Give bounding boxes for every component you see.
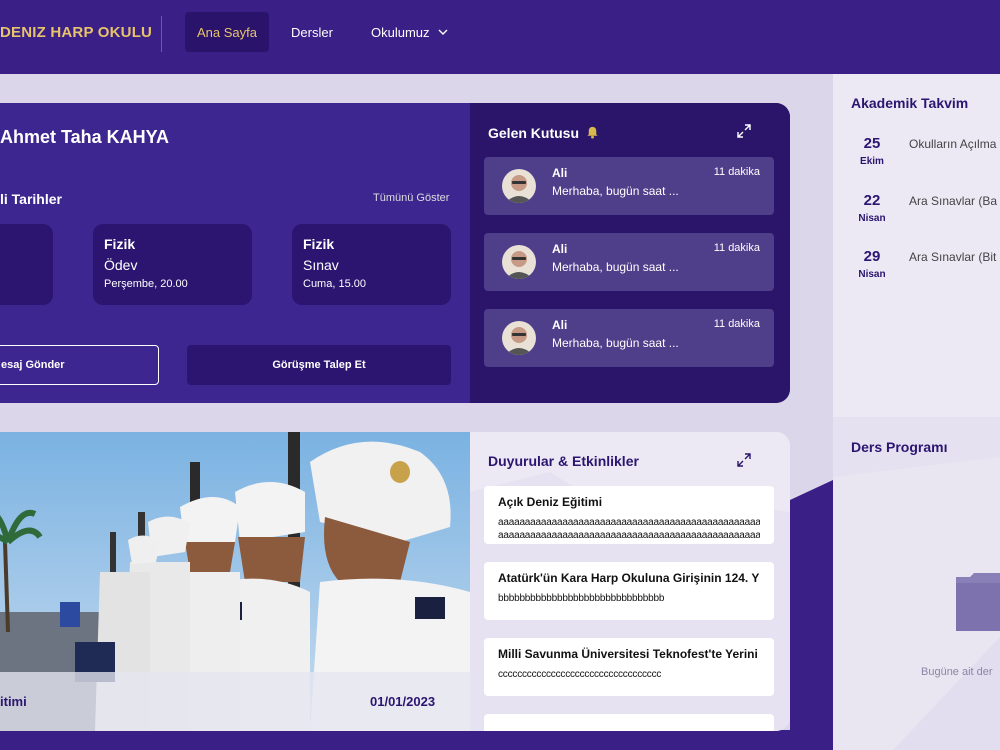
calendar-event-text: Ara Sınavlar (Ba (909, 194, 998, 208)
due-card-type: Ödev (104, 257, 138, 273)
due-card-time: Perşembe, 20.00 (104, 278, 188, 290)
announcement-item[interactable]: Milli Savunma Üniversitesi Teknofest'te … (484, 638, 774, 696)
show-all-link[interactable]: Tümünü Göster (373, 192, 449, 204)
message-preview: Merhaba, bugün saat ... (552, 184, 679, 198)
expand-icon[interactable] (736, 123, 752, 139)
announcement-item[interactable]: Açık Deniz Eğitimi aaaaaaaaaaaaaaaaaaaaa… (484, 486, 774, 544)
nav-item-label: Ana Sayfa (197, 24, 257, 40)
due-card[interactable] (0, 224, 53, 305)
calendar-month: Nisan (858, 213, 886, 224)
message-time: 11 dakika (713, 318, 760, 330)
due-card[interactable]: Fizik Sınav Cuma, 15.00 (292, 224, 451, 305)
due-dates-title: li Tarihler (0, 191, 62, 207)
course-schedule-panel: Ders Programı Bugüne ait der (833, 417, 1000, 750)
avatar (502, 321, 536, 355)
calendar-title: Akademik Takvim (851, 95, 969, 111)
announcement-body: bbbbbbbbbbbbbbbbbbbbbbbbbbbbbbb (498, 593, 665, 604)
folder-icon (956, 569, 1000, 635)
dashboard-panel: Ahmet Taha KAHYA li Tarihler Tümünü Göst… (0, 103, 790, 403)
send-message-button[interactable]: esaj Gönder (0, 345, 159, 385)
due-card-time: Cuma, 15.00 (303, 278, 366, 290)
inbox-message[interactable]: Ali 11 dakika Merhaba, bugün saat ... (484, 309, 774, 367)
nav-divider (161, 16, 162, 52)
message-preview: Merhaba, bugün saat ... (552, 260, 679, 274)
calendar-event-text: Okulların Açılma (909, 137, 997, 151)
expand-icon[interactable] (736, 452, 752, 468)
calendar-day: 25 (863, 135, 881, 152)
calendar-month: Nisan (858, 269, 886, 280)
announcement-title: Açık Deniz Eğitimi (498, 495, 603, 509)
schedule-title: Ders Programı (851, 439, 948, 455)
featured-panel: itimi 01/01/2023 Duyurular & Etkinlikler… (0, 432, 790, 731)
calendar-event-text: Ara Sınavlar (Bit (909, 250, 997, 264)
due-card[interactable]: Fizik Ödev Perşembe, 20.00 (93, 224, 252, 305)
announcement-title: Milli Savunma Üniversitesi Teknofest'te … (498, 647, 758, 661)
bell-icon (585, 124, 600, 142)
announcements-panel: Duyurular & Etkinlikler Açık Deniz Eğiti… (470, 432, 790, 731)
background-wave-decoration (0, 730, 833, 750)
announcement-title: Atatürk'ün Kara Harp Okuluna Girişinin 1… (498, 571, 760, 585)
announcements-title: Duyurular & Etkinlikler (488, 453, 639, 469)
user-name: Ahmet Taha KAHYA (0, 127, 170, 147)
calendar-month: Ekim (860, 156, 884, 167)
schedule-empty-text: Bugüne ait der (921, 666, 993, 678)
calendar-event[interactable]: 29 Nisan Ara Sınavlar (Bit (833, 248, 1000, 292)
due-card-type: Sınav (303, 257, 339, 273)
announcement-body: cccccccccccccccccccccccccccccccccc (498, 669, 662, 680)
academic-calendar-panel: Akademik Takvim 25 Ekim Okulların Açılma… (833, 74, 1000, 417)
top-navbar: DENIZ HARP OKULU Ana Sayfa Dersler Okulu… (0, 0, 1000, 74)
inbox-title-text: Gelen Kutusu (488, 125, 580, 141)
featured-date: 01/01/2023 (370, 694, 436, 709)
featured-title[interactable]: itimi (0, 694, 27, 709)
nav-item-label: Okulumuz (371, 24, 430, 40)
due-card-subject: Fizik (303, 236, 335, 252)
announcement-body: aaaaaaaaaaaaaaaaaaaaaaaaaaaaaaaaaaaaaaaa… (498, 530, 760, 541)
inbox-message[interactable]: Ali 11 dakika Merhaba, bugün saat ... (484, 157, 774, 215)
calendar-event[interactable]: 22 Nisan Ara Sınavlar (Ba (833, 192, 1000, 236)
message-preview: Merhaba, bugün saat ... (552, 336, 679, 350)
calendar-day: 29 (863, 248, 881, 265)
message-sender: Ali (552, 242, 568, 256)
nav-item-okulumuz[interactable]: Okulumuz (359, 12, 460, 52)
message-sender: Ali (552, 318, 568, 332)
inbox-title: Gelen Kutusu (488, 124, 600, 142)
inbox-panel: Gelen Kutusu Ali 11 dakika Merhaba, bugü… (470, 103, 790, 403)
nav-item-ana-sayfa[interactable]: Ana Sayfa (185, 12, 269, 52)
brand-logo-text[interactable]: DENIZ HARP OKULU (0, 24, 152, 41)
calendar-day: 22 (863, 192, 881, 209)
nav-item-dersler[interactable]: Dersler (279, 12, 345, 52)
calendar-event[interactable]: 25 Ekim Okulların Açılma (833, 135, 1000, 179)
request-meeting-button[interactable]: Görüşme Talep Et (187, 345, 451, 385)
avatar (502, 245, 536, 279)
announcement-item[interactable]: Atatürk'ün Kara Harp Okuluna Girişinin 1… (484, 562, 774, 620)
inbox-message[interactable]: Ali 11 dakika Merhaba, bugün saat ... (484, 233, 774, 291)
message-sender: Ali (552, 166, 568, 180)
chevron-down-icon (438, 26, 448, 38)
nav-item-label: Dersler (291, 24, 333, 40)
message-time: 11 dakika (713, 242, 760, 254)
avatar (502, 169, 536, 203)
message-time: 11 dakika (713, 166, 760, 178)
background-wave-decoration (790, 480, 833, 750)
due-card-subject: Fizik (104, 236, 136, 252)
announcement-item[interactable] (484, 714, 774, 731)
announcement-body: aaaaaaaaaaaaaaaaaaaaaaaaaaaaaaaaaaaaaaaa… (498, 517, 760, 528)
